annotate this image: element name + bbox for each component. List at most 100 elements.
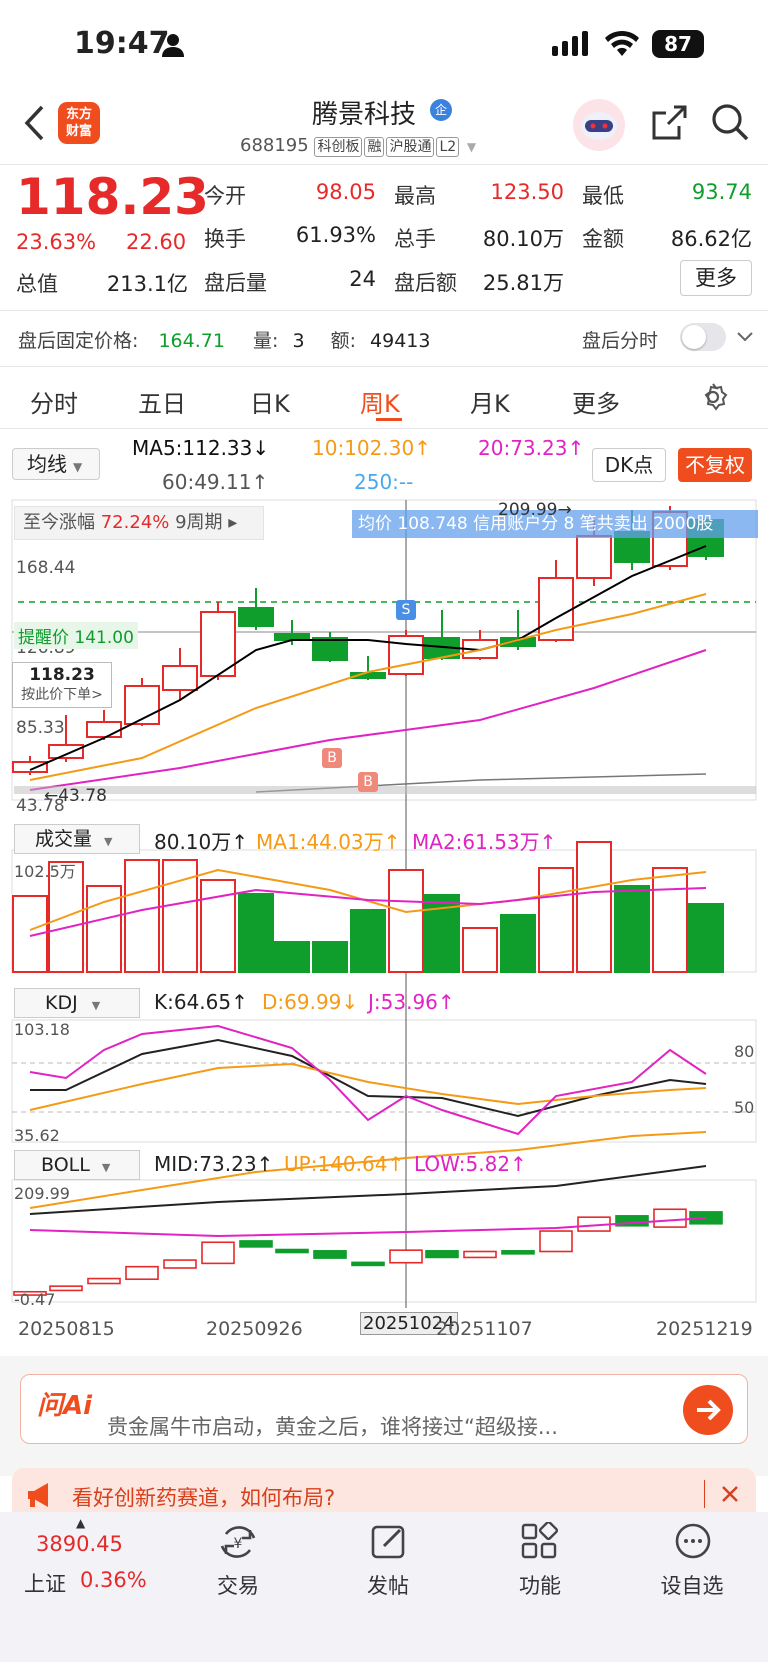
range-gain-label: 至今涨幅: [23, 512, 95, 533]
dk-point-button[interactable]: DK点: [592, 448, 666, 482]
after-vol-value: 24: [349, 267, 376, 291]
high-value: 123.50: [490, 180, 564, 204]
boll-selector-label: BOLL: [41, 1154, 90, 1176]
share-icon[interactable]: [650, 104, 688, 142]
index-caret-icon: ▲: [76, 1516, 86, 1530]
close-icon[interactable]: [720, 1484, 740, 1504]
volume-bar: [576, 841, 612, 973]
arrow-right-icon[interactable]: [681, 1383, 735, 1437]
stock-code: 688195: [240, 135, 309, 156]
tab-five-day[interactable]: 五日: [138, 384, 186, 419]
volume-top-label: 102.5万: [14, 862, 76, 881]
kdj-selector[interactable]: KDJ ▼: [14, 988, 140, 1018]
volume-bar: [312, 941, 348, 973]
volume-selector[interactable]: 成交量 ▼: [14, 824, 140, 854]
k-line-chart[interactable]: [0, 490, 768, 1340]
logo-text-2: 财富: [65, 124, 92, 139]
tab-more[interactable]: 更多: [572, 384, 620, 419]
enterprise-badge: 企: [430, 99, 452, 121]
range-gain-pct: 72.24%: [100, 512, 170, 533]
candle-body: [162, 665, 198, 691]
boll-candle: [463, 1250, 497, 1259]
ai-label: 问Ai: [37, 1391, 93, 1421]
status-bar: 19:47 87: [0, 0, 768, 90]
news-divider: [704, 1480, 705, 1508]
volume-bar: [350, 909, 386, 973]
signal-icon: [552, 31, 588, 56]
boll-frame: [11, 1179, 757, 1303]
after-price-label: 盘后固定价格:: [18, 330, 139, 352]
wifi-icon: [605, 30, 639, 56]
boll-candle: [653, 1208, 687, 1228]
volume-bar: [614, 885, 650, 973]
ai-question-bar[interactable]: 问Ai 贵金属牛市启动，黄金之后，谁将接过“超级接...: [20, 1374, 748, 1444]
ma5-label: MA5:112.33↓: [132, 436, 270, 460]
no-adjust-button[interactable]: 不复权: [678, 448, 752, 482]
watchlist-label[interactable]: 设自选: [652, 1570, 732, 1600]
after-qty-label: 量:: [252, 330, 279, 352]
kdj-k: K:64.65↑: [154, 990, 248, 1014]
post-label[interactable]: 发帖: [348, 1570, 428, 1600]
volume-value-label: 80.10万↑: [154, 830, 249, 854]
alert-price-label[interactable]: 提醒价 141.00: [14, 622, 138, 649]
robot-assistant-icon[interactable]: [572, 98, 626, 152]
volume-ma2: MA2:61.53万↑: [412, 830, 557, 854]
date-label-4: 20251219: [656, 1318, 753, 1340]
after-hours-toggle[interactable]: [680, 323, 726, 351]
turnover-value: 61.93%: [295, 223, 376, 247]
boll-candle: [201, 1241, 235, 1265]
after-hours-row: 盘后固定价格: 164.71 量: 3 额: 49413: [18, 326, 430, 353]
volume-bar: [652, 867, 688, 973]
index-name[interactable]: 上证: [24, 1568, 66, 1598]
boll-selector[interactable]: BOLL ▼: [14, 1150, 140, 1180]
amount-value: 86.62亿: [670, 227, 752, 251]
after-amt-label2: 额:: [330, 330, 356, 352]
boll-candle: [239, 1240, 273, 1248]
boll-mid: MID:73.23↑: [154, 1152, 274, 1176]
function-label[interactable]: 功能: [500, 1570, 580, 1600]
after-hours-intraday-label: 盘后分时: [582, 330, 659, 352]
current-price: 118.23: [16, 168, 209, 226]
stock-code-row: 688195 科创板融沪股通 L2 ▼: [240, 135, 476, 157]
back-icon[interactable]: [22, 104, 46, 142]
trade-icon[interactable]: ¥: [218, 1522, 258, 1562]
chevron-down-icon[interactable]: [736, 330, 754, 344]
boll-candle: [125, 1265, 159, 1281]
status-time: 19:47: [74, 26, 170, 61]
post-icon[interactable]: [370, 1522, 408, 1560]
caret-down-icon[interactable]: ▼: [467, 140, 476, 154]
cross-price: 118.23: [29, 665, 95, 685]
volume-selector-label: 成交量: [35, 828, 93, 850]
kdj-j-line: [29, 1024, 707, 1136]
date-label-0: 20250815: [18, 1318, 115, 1340]
tab-month-k[interactable]: 月K: [470, 384, 510, 419]
after-qty-value: 3: [292, 330, 305, 352]
after-amt-label: 盘后额: [394, 271, 457, 295]
volume-bar: [274, 941, 310, 973]
index-value[interactable]: 3890.45: [36, 1532, 123, 1556]
trade-label[interactable]: 交易: [198, 1570, 278, 1600]
settings-gear-icon[interactable]: [698, 382, 728, 412]
tab-week-k[interactable]: 周K: [360, 384, 400, 419]
range-gain-box[interactable]: 至今涨幅 72.24% 9周期 ▸: [14, 506, 264, 540]
volume-label: 总手: [394, 227, 436, 251]
index-pct[interactable]: 0.36%: [80, 1568, 147, 1592]
ma-selector[interactable]: 均线 ▼: [12, 448, 100, 480]
boll-candle: [389, 1249, 423, 1264]
search-icon[interactable]: [710, 102, 750, 142]
logo-text-1: 东方: [65, 107, 92, 122]
mcap-value: 213.1亿: [106, 272, 188, 296]
function-grid-icon[interactable]: [520, 1522, 558, 1560]
volume-ma1: MA1:44.03万↑: [256, 830, 401, 854]
more-button[interactable]: 更多: [680, 260, 752, 296]
cross-price-box[interactable]: 118.23 按此价下单>: [12, 662, 112, 708]
boll-candle: [425, 1250, 459, 1259]
tag-star: 科创板: [314, 137, 363, 157]
megaphone-icon: [28, 1483, 48, 1507]
y-label-2: 85.33: [16, 718, 65, 738]
add-watchlist-icon[interactable]: [674, 1522, 712, 1560]
y-label-0: 168.44: [16, 558, 76, 578]
tab-day-k[interactable]: 日K: [250, 384, 290, 419]
low-label: 最低: [582, 184, 624, 208]
tab-intraday[interactable]: 分时: [30, 384, 78, 419]
